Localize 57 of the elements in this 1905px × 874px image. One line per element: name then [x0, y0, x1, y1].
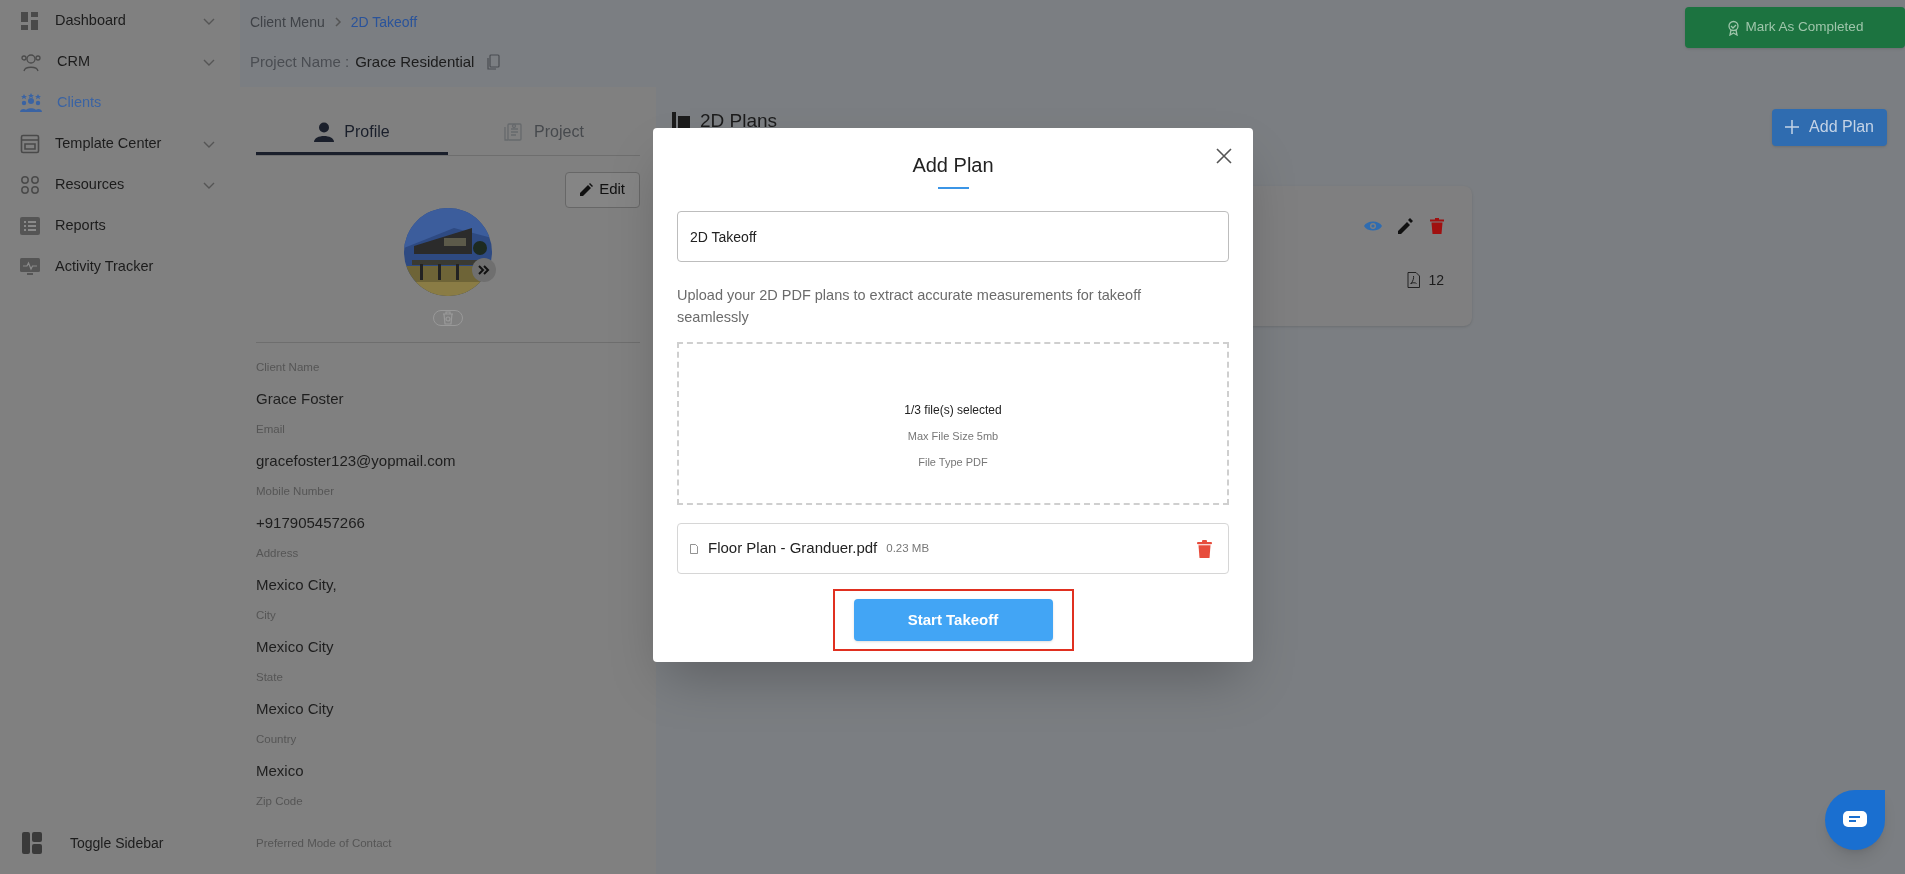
file-name: Floor Plan - Granduer.pdf	[708, 538, 878, 559]
file-icon	[690, 543, 698, 554]
add-plan-button[interactable]: Add Plan	[1772, 108, 1887, 146]
tab[interactable]: Profile	[256, 112, 448, 155]
document-icon	[504, 122, 525, 142]
file-type-note: File Type PDF	[918, 454, 988, 470]
group-icon	[20, 92, 42, 113]
dashboard-icon	[20, 10, 40, 31]
sidebar-item[interactable]: Activity Tracker	[0, 246, 240, 287]
plan-name-field[interactable]: 2D Takeoff	[677, 211, 1229, 262]
trash-icon	[442, 310, 454, 325]
selected-count: 1/3 file(s) selected	[904, 402, 1002, 419]
pencil-icon	[580, 183, 594, 196]
close-icon[interactable]	[1216, 148, 1232, 164]
toggle-sidebar-button[interactable]: Toggle Sidebar	[22, 832, 164, 854]
badge-icon	[1726, 19, 1740, 36]
template-icon	[20, 133, 40, 154]
field-value: Grace Foster	[256, 388, 345, 409]
file-size: 0.23 MB	[886, 540, 931, 556]
file-count: 12	[1428, 270, 1444, 290]
max-size-note: Max File Size 5mb	[907, 429, 999, 444]
dialog-title: Add Plan	[912, 153, 994, 178]
sidebar-item[interactable]: Dashboard	[0, 0, 240, 41]
project-name: Grace Residential	[355, 52, 475, 72]
pdf-icon	[1407, 272, 1421, 288]
edit-button[interactable]: Edit	[565, 171, 640, 208]
sidebar-layout-icon	[22, 832, 42, 854]
field-value: gracefoster123@yopmail.com	[256, 450, 457, 471]
double-chevron-icon	[477, 263, 491, 276]
breadcrumb-link[interactable]: Client Menu	[250, 11, 325, 33]
upload-description: Upload your 2D PDF plans to extract accurate measurements for takeoff seamlessly	[677, 286, 1142, 327]
chat-button[interactable]	[1825, 790, 1885, 850]
chat-icon	[1843, 811, 1867, 829]
pencil-icon[interactable]	[1398, 217, 1414, 234]
resources-icon	[20, 174, 40, 195]
start-takeoff-button[interactable]: Start Takeoff	[853, 599, 1053, 641]
sidebar-item[interactable]: Template Center	[0, 123, 240, 164]
plans-icon	[672, 111, 692, 130]
mark-as-completed-button[interactable]: Mark As Completed	[1685, 7, 1905, 48]
trash-icon[interactable]	[1197, 539, 1212, 558]
sidebar-item[interactable]: CRM	[0, 41, 240, 82]
field-value: Mexico City,	[256, 574, 338, 595]
field-value: Mexico City	[256, 636, 335, 657]
field-value: +917905457266	[256, 512, 366, 533]
upload-dropzone[interactable]: 1/3 file(s) selected Max File Size 5mb File Type PDF	[677, 342, 1229, 505]
trash-icon[interactable]	[1430, 217, 1444, 234]
sidebar-item[interactable]: Resources	[0, 164, 240, 205]
chevron-right-icon	[332, 16, 343, 28]
list-icon	[20, 216, 40, 235]
field-value: Mexico	[256, 760, 305, 781]
sidebar-item[interactable]: Reports	[0, 205, 240, 246]
section-title: 2D Plans	[700, 108, 778, 133]
plus-icon	[1785, 120, 1800, 134]
person-icon	[314, 122, 335, 142]
field-value: Mexico City	[256, 698, 335, 719]
monitor-icon	[20, 257, 40, 276]
tab[interactable]: Project	[448, 112, 640, 155]
